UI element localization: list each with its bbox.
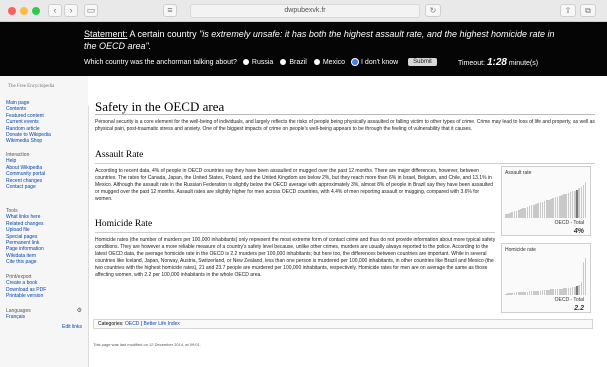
interaction-links: Help About Wikipedia Community portal Recen…: [6, 158, 45, 190]
assault-chart-value: 4%: [573, 228, 584, 235]
homicide-chart-value: 2.2: [574, 305, 584, 312]
statement: Statement: A certain country "is extreme…: [84, 28, 564, 52]
assault-chart-label: OECD - Total: [554, 220, 584, 226]
category-better-life-index[interactable]: Better Life Index: [144, 321, 180, 327]
sidebar-link[interactable]: Français: [6, 314, 82, 320]
assault-paragraph: According to recent data, 4% of people i…: [95, 168, 493, 202]
title-divider: [95, 114, 595, 115]
homicide-chart-title: Homicide rate: [505, 247, 536, 253]
option-mexico[interactable]: Mexico: [313, 58, 346, 66]
share-icon[interactable]: ⇧: [560, 4, 576, 17]
wikipedia-logo: The Free Encyclopedia: [8, 84, 55, 89]
assault-chart[interactable]: Assault rate OECD - Total 4%: [501, 166, 591, 236]
homicide-chart[interactable]: Homicide rate OECD - Total 2.2: [501, 243, 591, 313]
languages-label: Languages: [6, 308, 31, 314]
sidebar-languages: Languages ⚙ Français Edit links: [6, 308, 82, 330]
question-banner: Statement: A certain country "is extreme…: [0, 22, 607, 76]
sidebar-link[interactable]: Contact page: [6, 184, 45, 190]
tabs-icon[interactable]: ⧉: [580, 4, 596, 17]
back-button[interactable]: ‹: [48, 4, 62, 17]
timeout-unit: minute(s): [508, 60, 539, 67]
sidebar-tools: Tools What links here Related changes Uplo…: [6, 208, 44, 266]
page-title: Safety in the OECD area: [95, 99, 225, 114]
browser-toolbar: ‹ › ▭ ≡ dwpubexvk.fr ↻ ⇧ ⧉: [0, 0, 607, 22]
radio-icon[interactable]: [242, 59, 249, 65]
submit-button[interactable]: Submit: [408, 58, 437, 66]
option-i-don-t-know[interactable]: I don't know: [352, 59, 398, 66]
timeout: Timeout: 1:28 minute(s): [458, 57, 538, 68]
sidebar-link[interactable]: Page information: [6, 246, 44, 252]
sidebar-link[interactable]: Cite this page: [6, 259, 44, 265]
article: Safety in the OECD area Personal securit…: [88, 99, 607, 367]
reload-icon[interactable]: ↻: [425, 4, 441, 17]
homicide-chart-label: OECD - Total: [554, 297, 584, 303]
sidebar-link[interactable]: What links here: [6, 214, 44, 220]
forward-button[interactable]: ›: [64, 4, 78, 17]
option-label: Russia: [251, 58, 274, 66]
statement-label: Statement:: [84, 29, 128, 39]
categories-label: Categories:: [98, 321, 124, 327]
answer-row: Which country was the anchorman talking …: [84, 58, 437, 66]
sidebar-print: Print/export Create a book Download as PD…: [6, 274, 46, 300]
minimize-window-icon[interactable]: [20, 7, 28, 15]
edit-links[interactable]: Edit links: [6, 324, 82, 330]
sidebar-main-links: Main page Contents Featured content Current…: [6, 100, 51, 145]
homicide-paragraph: Homicide rates (the number of murders pe…: [95, 237, 496, 278]
category-oecd[interactable]: OECD: [125, 321, 139, 327]
homicide-bars: [505, 258, 587, 295]
sidebar-link[interactable]: Wikimedia Shop: [6, 138, 51, 144]
option-brazil[interactable]: Brazil: [280, 59, 307, 66]
intro-paragraph: Personal security is a core element for …: [95, 119, 595, 132]
sidebar-link[interactable]: Community portal: [6, 171, 45, 177]
radio-icon[interactable]: [313, 59, 320, 65]
category-links: Categories: OECD | Better Life Index: [93, 319, 593, 329]
radio-icon[interactable]: [280, 59, 287, 65]
assault-chart-title: Assault rate: [505, 170, 532, 176]
sidebar: The Free Encyclopedia Main page Contents F…: [0, 76, 88, 367]
tools-links: What links here Related changes Upload fil…: [6, 214, 44, 265]
last-modified: This page was last modified on 12 Decemb…: [93, 342, 201, 347]
answer-options: Russia Brazil Mexico I don't know: [242, 58, 402, 66]
option-label: Mexico: [322, 58, 346, 66]
option-label: I don't know: [361, 58, 399, 66]
maximize-window-icon[interactable]: [32, 7, 40, 15]
gear-icon[interactable]: ⚙: [77, 308, 82, 314]
sidebar-interaction: Interaction Help About Wikipedia Community…: [6, 152, 45, 190]
option-label: Brazil: [289, 58, 307, 66]
reader-icon[interactable]: ≡: [163, 4, 177, 17]
language-links: Français: [6, 314, 82, 320]
timeout-label: Timeout:: [458, 60, 485, 67]
option-russia[interactable]: Russia: [242, 58, 274, 66]
assault-bars: [505, 181, 587, 218]
question-text: Which country was the anchorman talking …: [84, 58, 237, 66]
print-links: Create a book Download as PDF Printable ve…: [6, 280, 46, 299]
address-bar[interactable]: dwpubexvk.fr: [190, 4, 420, 18]
sidebar-toggle-icon[interactable]: ▭: [84, 4, 98, 17]
sidebar-link[interactable]: Printable version: [6, 293, 46, 299]
timeout-value: 1:28: [486, 57, 507, 68]
chart-bar: [584, 258, 587, 295]
assault-divider: [95, 163, 595, 164]
category-separator: |: [140, 321, 143, 327]
close-window-icon[interactable]: [8, 7, 16, 15]
statement-text: A certain country: [129, 29, 197, 39]
radio-icon[interactable]: [352, 59, 359, 65]
homicide-divider: [95, 232, 495, 233]
assault-heading: Assault Rate: [95, 150, 144, 160]
homicide-heading: Homicide Rate: [95, 219, 153, 229]
chart-bar: [584, 182, 587, 218]
